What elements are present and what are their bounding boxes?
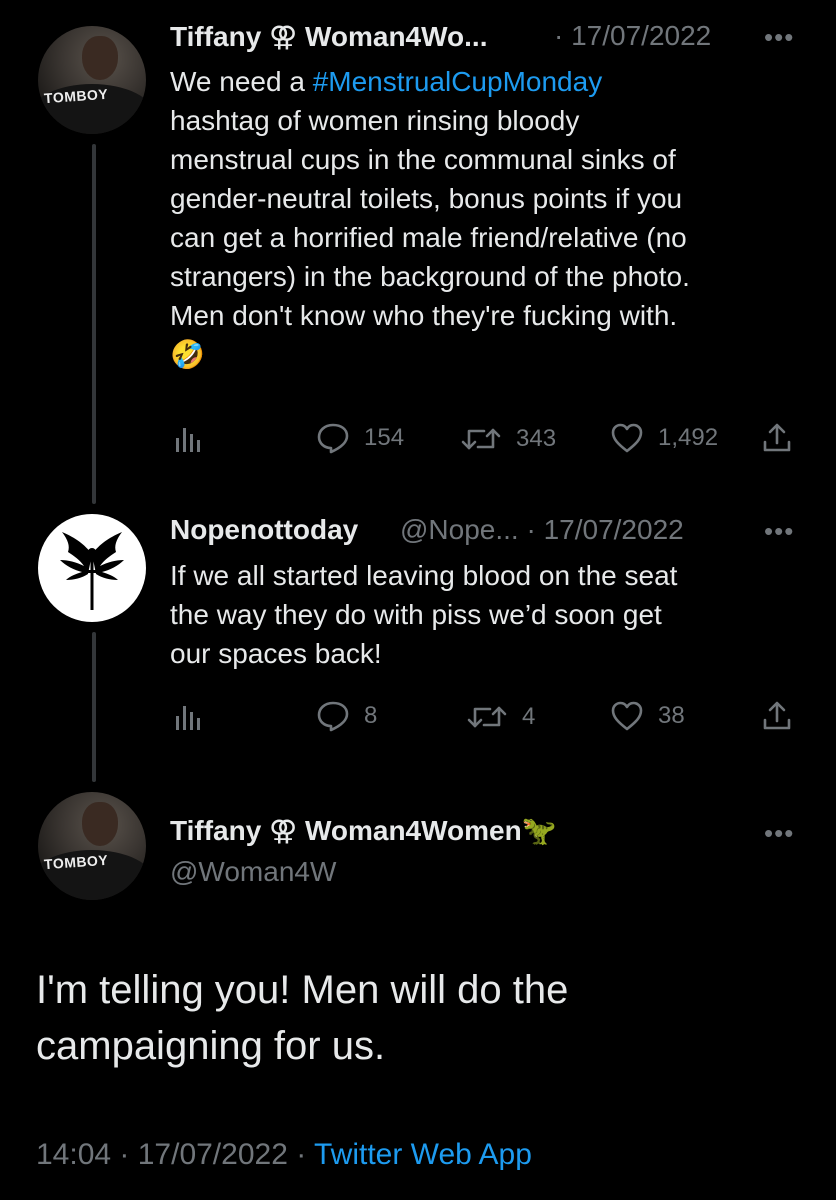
avatar[interactable] (38, 514, 146, 622)
tweet-text: If we all started leaving blood on the s… (170, 556, 677, 673)
retweet-icon (461, 428, 501, 450)
tweet-text-line: If we all started leaving blood on the s… (170, 560, 678, 591)
analytics-button[interactable] (170, 424, 204, 454)
tweet-meta-footer: 14:04 · 17/07/2022 · Twitter Web App (36, 1138, 532, 1172)
like-count: 1,492 (658, 424, 719, 451)
retweet-count: 343 (516, 425, 557, 452)
avatar[interactable]: TOMBOY (38, 792, 146, 900)
reply-button[interactable]: 8 (316, 700, 377, 732)
more-icon[interactable]: ••• (764, 818, 794, 849)
analytics-icon (176, 428, 200, 452)
tweet-timestamp[interactable]: · 17/07/2022 (554, 20, 711, 52)
avatar-head (82, 802, 118, 846)
tweet-text-line: menstrual cups in the communal sinks of (170, 144, 676, 175)
author-name[interactable]: Tiffany ⚢ Woman4Wo... (170, 20, 488, 53)
author-name[interactable]: Nopenottoday (170, 514, 358, 546)
tweet-text-line: can get a horrified male friend/relative… (170, 222, 687, 253)
retweet-icon (467, 706, 507, 728)
author-handle[interactable]: @Woman4W (170, 856, 336, 888)
like-icon (611, 701, 643, 731)
tweet-time-date[interactable]: 14:04 · 17/07/2022 · (36, 1138, 314, 1171)
share-icon (763, 423, 791, 452)
more-icon[interactable]: ••• (764, 22, 794, 53)
retweet-button[interactable]: 343 (460, 424, 556, 454)
avatar-head (82, 36, 118, 80)
tweet-text-line: the way they do with piss we’d soon get (170, 599, 662, 630)
tweet-text-line: Men don't know who they're fucking with. (170, 300, 678, 331)
like-button[interactable]: 1,492 (610, 422, 718, 454)
analytics-icon (176, 706, 200, 730)
like-button[interactable]: 38 (610, 700, 685, 732)
tweet-timestamp[interactable]: @Nope... · 17/07/2022 (400, 514, 684, 546)
reply-icon (317, 423, 349, 454)
author-name[interactable]: Tiffany ⚢ Woman4Women🦖 (170, 814, 557, 847)
winged-sword-logo-icon (60, 532, 124, 610)
like-icon (611, 423, 643, 453)
retweet-button[interactable]: 4 (466, 702, 535, 732)
analytics-button[interactable] (170, 702, 204, 732)
retweet-count: 4 (522, 703, 536, 730)
tweet-text-prefix: We need a (170, 66, 313, 97)
tweet-text-line: strangers) in the background of the phot… (170, 261, 690, 292)
reply-count: 8 (364, 702, 378, 729)
tweet-text-line: I'm telling you! Men will do the (36, 968, 569, 1012)
like-count: 38 (658, 702, 685, 729)
reply-button[interactable]: 154 (316, 422, 404, 454)
share-icon (763, 701, 791, 730)
source-app-link[interactable]: Twitter Web App (314, 1138, 532, 1171)
hashtag-link[interactable]: #MenstrualCupMonday (313, 66, 603, 97)
share-button[interactable] (760, 700, 794, 732)
share-button[interactable] (760, 422, 794, 454)
more-icon[interactable]: ••• (764, 516, 794, 547)
reply-count: 154 (364, 424, 405, 451)
tweet-text: I'm telling you! Men will do the campaig… (36, 962, 568, 1074)
tweet-text-line: our spaces back! (170, 638, 382, 669)
tweet-emoji: 🤣 (170, 339, 205, 370)
avatar[interactable]: TOMBOY (38, 26, 146, 134)
tweet-text: We need a #MenstrualCupMonday hashtag of… (170, 62, 690, 374)
tweet-text-line: campaigning for us. (36, 1024, 386, 1068)
thread-connector (92, 632, 96, 782)
thread-connector (92, 144, 96, 504)
reply-icon (317, 701, 349, 732)
tweet-text-line: hashtag of women rinsing bloody (170, 105, 580, 136)
tweet-text-line: gender-neutral toilets, bonus points if … (170, 183, 683, 214)
